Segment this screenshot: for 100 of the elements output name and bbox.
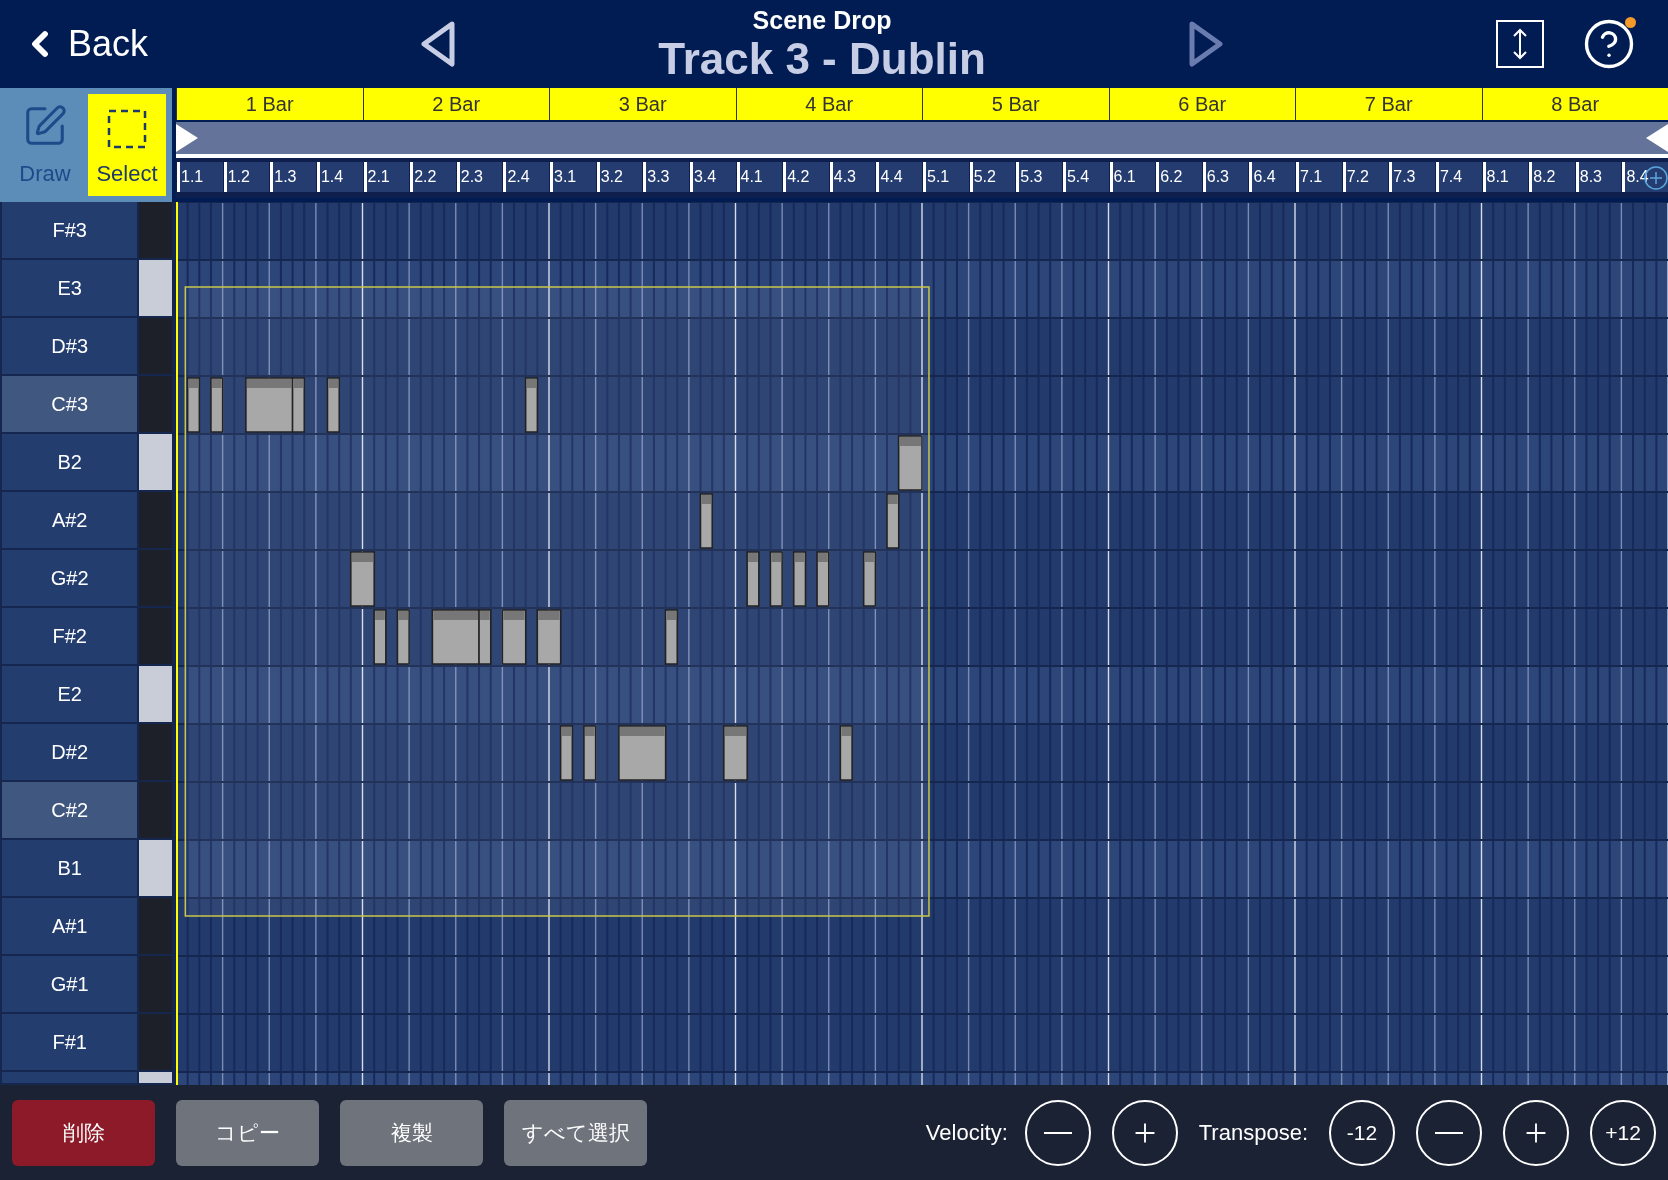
note-block[interactable] [886,493,900,549]
note-block[interactable] [524,377,539,433]
key-label: B2 [2,434,138,490]
bar-label: 8 Bar [1481,88,1668,120]
beat-label: 4.2 [783,162,829,192]
note-block[interactable] [769,551,783,607]
key-label: A#2 [2,492,138,548]
transpose-down-button[interactable] [1416,1099,1482,1166]
key-label: D#3 [2,318,138,374]
beat-label: 2.1 [363,162,410,192]
note-block[interactable] [245,377,294,433]
bar-label: 4 Bar [735,88,922,120]
beat-label: 3.4 [689,162,736,192]
note-block[interactable] [897,435,923,491]
beat-label: 6.3 [1202,162,1249,192]
beat-label: 5.1 [923,162,969,192]
key-label: C#2 [2,782,138,838]
action-button[interactable]: 複製 [340,1099,483,1166]
note-block[interactable] [326,377,340,433]
note-block[interactable] [816,551,830,607]
note-block[interactable] [839,725,853,781]
minus-icon [1435,1131,1463,1134]
note-block[interactable] [186,377,201,433]
velocity-down-button[interactable] [1024,1099,1091,1166]
beat-label: 8.3 [1575,162,1622,192]
note-block[interactable] [373,609,387,665]
bar-label: 1 Bar [176,88,363,120]
beat-label: 5.4 [1062,162,1109,192]
tool-button[interactable]: Select [88,94,166,196]
key-label: F#2 [2,608,138,664]
help-icon[interactable] [1582,17,1636,71]
note-block[interactable] [291,377,305,433]
action-button[interactable]: すべて選択 [504,1099,647,1166]
key-label: B1 [2,840,138,896]
beat-label: 3.2 [596,162,643,192]
note-block[interactable] [793,551,807,607]
scene-name: Scene Drop [752,7,892,33]
beat-label: 6.2 [1156,162,1202,192]
loop-strip[interactable] [176,122,1668,158]
beat-label: 5.2 [969,162,1016,192]
beat-label: 1.1 [177,162,223,192]
key-label: G#2 [2,550,138,606]
bar-label: 5 Bar [922,88,1109,120]
note-block[interactable] [350,551,375,607]
beat-label: 6.1 [1109,162,1156,192]
key-label: G#1 [2,956,138,1012]
note-block[interactable] [862,551,877,607]
beat-label: 3.3 [643,162,689,192]
note-block[interactable] [210,377,224,433]
note-block[interactable] [583,725,597,781]
note-grid-drawing[interactable] [176,202,1668,1085]
note-block[interactable] [501,609,527,665]
beat-label: 7.4 [1435,162,1482,192]
octave-down-button[interactable]: -12 [1329,1099,1395,1166]
transpose-up-button[interactable] [1503,1099,1569,1166]
dashed-square-icon [107,109,147,149]
back-button[interactable]: Back [20,17,149,71]
beat-label: 1.3 [270,162,316,192]
note-block[interactable] [478,609,492,665]
beat-label: 7.2 [1342,162,1389,192]
beat-label: 7.3 [1389,162,1435,192]
action-button[interactable]: 削除 [12,1099,155,1166]
note-block[interactable] [396,609,410,665]
key-label: F#1 [2,1014,138,1070]
action-button[interactable]: コピー [176,1099,319,1166]
beat-label: 5.3 [1016,162,1062,192]
loop-start-marker-icon[interactable] [176,124,198,152]
beat-label: 4.3 [829,162,876,192]
note-block[interactable] [723,725,748,781]
note-block[interactable] [746,551,760,607]
beat-label: 4.4 [876,162,922,192]
key-label: E3 [2,260,138,316]
note-block[interactable] [536,609,562,665]
beat-label: 7.1 [1296,162,1342,192]
beat-label: 3.1 [550,162,596,192]
bar-label: 6 Bar [1108,88,1295,120]
note-block[interactable] [559,725,574,781]
velocity-label: Velocity: [925,1119,1008,1147]
beat-label: 6.4 [1249,162,1295,192]
beat-label: 2.2 [410,162,456,192]
transpose-label: Transpose: [1198,1119,1308,1147]
track-title: Track 3 - Dublin [658,36,986,81]
note-block[interactable] [431,609,480,665]
beat-label: 2.3 [456,162,503,192]
octave-up-button[interactable]: +12 [1590,1099,1656,1166]
minus-icon [1043,1131,1072,1134]
loop-end-marker-icon[interactable] [1646,124,1668,152]
beat-label: 8.2 [1529,162,1575,192]
bar-label: 3 Bar [549,88,736,120]
note-block[interactable] [618,725,667,781]
beat-label: 4.1 [736,162,783,192]
beat-label: 1.2 [223,162,270,192]
note-block[interactable] [664,609,678,665]
note-block[interactable] [699,493,713,549]
velocity-up-button[interactable] [1111,1099,1178,1166]
key-label: C#3 [2,376,138,432]
beat-label: 8.1 [1482,162,1529,192]
bar-label: 2 Bar [362,88,549,120]
key-label: E2 [2,666,138,722]
key-label: D#2 [2,724,138,780]
